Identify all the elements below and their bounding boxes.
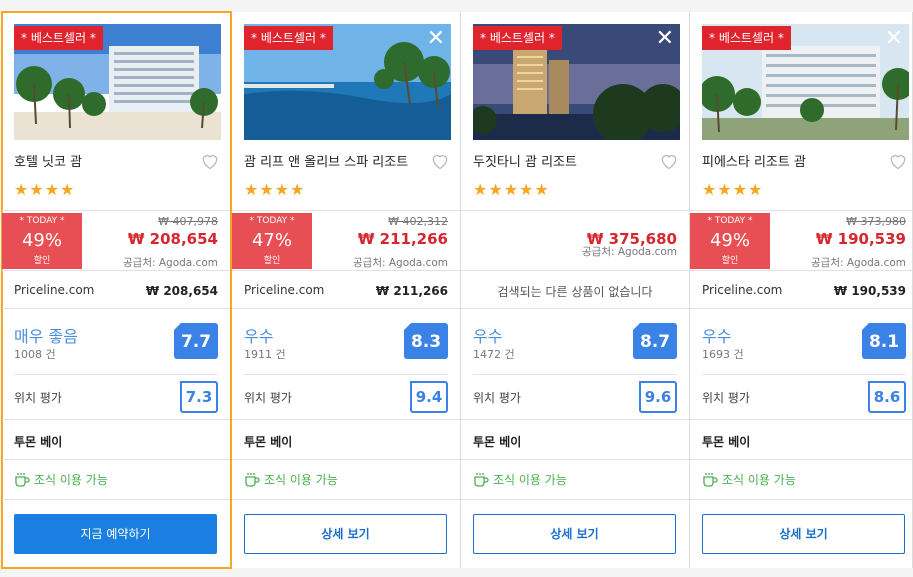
bestseller-badge: * 베스트셀러 * (473, 26, 562, 50)
heart-icon[interactable] (659, 151, 679, 171)
review-count[interactable]: 1472 건 (473, 346, 515, 362)
deal-price[interactable]: ₩ 208,654 (128, 230, 218, 248)
hotel-photo[interactable]: * 베스트셀러 * ✕ (244, 24, 451, 140)
location-label: 위치 평가 (14, 391, 62, 405)
hotel-card[interactable]: * 베스트셀러 * ✕ 피에스타 리조트 괌 ★★★★ * TODAY * 49… (690, 12, 913, 568)
breakfast-amenity: 조식 이용 가능 (244, 471, 338, 488)
location-score: 9.6 (639, 381, 677, 413)
coffee-cup-icon (245, 473, 260, 487)
breakfast-amenity: 조식 이용 가능 (702, 471, 796, 488)
location-label: 위치 평가 (702, 391, 750, 405)
view-details-button[interactable]: 상세 보기 (244, 514, 447, 554)
amenity-label: 조식 이용 가능 (264, 473, 338, 487)
other-site-name[interactable]: Priceline.com (244, 283, 324, 297)
deal-label: 할인 (263, 256, 281, 266)
location-score: 7.3 (180, 381, 218, 413)
review-count[interactable]: 1693 건 (702, 346, 744, 362)
amenity-label: 조식 이용 가능 (493, 473, 567, 487)
deal-badge: * TODAY * 49% 할인 (2, 213, 82, 269)
review-count[interactable]: 1911 건 (244, 346, 286, 362)
hotel-name[interactable]: 괌 리프 앤 올리브 스파 리조트 (244, 151, 408, 170)
review-score: 7.7 (173, 323, 218, 359)
view-details-button[interactable]: 상세 보기 (473, 514, 676, 554)
star-rating: ★★★★ (702, 180, 764, 199)
bestseller-badge: * 베스트셀러 * (14, 26, 103, 50)
hotel-photo[interactable]: * 베스트셀러 * (14, 24, 221, 140)
breakfast-amenity: 조식 이용 가능 (473, 471, 567, 488)
deal-percent: 49% (21, 230, 62, 251)
hotel-card[interactable]: * 베스트셀러 * 호텔 닛코 괌 ★★★★ * TODAY * 49% 할인 … (1, 11, 232, 569)
other-site-price[interactable]: ₩ 211,266 (376, 284, 448, 298)
area-name: 투몬 베이 (702, 435, 751, 449)
original-price: ₩ 373,980 (846, 215, 906, 228)
coffee-cup-icon (15, 473, 30, 487)
hotel-photo[interactable]: * 베스트셀러 * ✕ (473, 24, 680, 140)
review-score: 8.7 (632, 323, 677, 359)
hotel-card[interactable]: * 베스트셀러 * ✕ 두짓타니 괌 리조트 ★★★★★ ₩ 375,680 공… (461, 12, 690, 568)
close-icon[interactable]: ✕ (656, 28, 674, 50)
deal-percent: 49% (709, 230, 750, 251)
other-site-price[interactable]: ₩ 208,654 (146, 284, 218, 298)
heart-icon[interactable] (430, 151, 450, 171)
coffee-cup-icon (703, 473, 718, 487)
area-name: 투몬 베이 (473, 435, 522, 449)
bestseller-badge: * 베스트셀러 * (244, 26, 333, 50)
rating-label: 우수 (702, 327, 732, 346)
area-name: 투몬 베이 (14, 435, 63, 449)
original-price: ₩ 402,312 (388, 215, 448, 228)
deal-today: * TODAY * (249, 216, 295, 226)
supplier: 공급처: Agoda.com (811, 257, 906, 269)
book-now-button[interactable]: 지금 예약하기 (14, 514, 217, 554)
close-icon[interactable]: ✕ (427, 28, 445, 50)
hotel-card[interactable]: * 베스트셀러 * ✕ 괌 리프 앤 올리브 스파 리조트 ★★★★ * TOD… (232, 12, 461, 568)
location-label: 위치 평가 (473, 391, 521, 405)
bestseller-badge: * 베스트셀러 * (702, 26, 791, 50)
star-rating: ★★★★ (244, 180, 306, 199)
supplier: 공급처: Agoda.com (582, 246, 677, 258)
review-score: 8.1 (861, 323, 906, 359)
hotel-name[interactable]: 두짓타니 괌 리조트 (473, 151, 577, 170)
supplier: 공급처: Agoda.com (123, 257, 218, 269)
deal-price[interactable]: ₩ 190,539 (816, 230, 906, 248)
other-site-name[interactable]: Priceline.com (14, 283, 94, 297)
close-icon[interactable]: ✕ (885, 28, 903, 50)
deal-label: 할인 (721, 256, 739, 266)
rating-label: 매우 좋음 (14, 327, 78, 346)
supplier: 공급처: Agoda.com (353, 257, 448, 269)
hotel-photo[interactable]: * 베스트셀러 * ✕ (702, 24, 909, 140)
deal-price[interactable]: ₩ 211,266 (358, 230, 448, 248)
hotel-name[interactable]: 피에스타 리조트 괌 (702, 151, 806, 170)
amenity-label: 조식 이용 가능 (722, 473, 796, 487)
rating-label: 우수 (244, 327, 274, 346)
amenity-label: 조식 이용 가능 (34, 473, 108, 487)
deal-today: * TODAY * (19, 216, 65, 226)
hotel-comparison-row: * 베스트셀러 * 호텔 닛코 괌 ★★★★ * TODAY * 49% 할인 … (0, 0, 913, 577)
rating-label: 우수 (473, 327, 503, 346)
coffee-cup-icon (474, 473, 489, 487)
no-other-offers: 검색되는 다른 상품이 없습니다 (497, 285, 653, 299)
heart-icon[interactable] (200, 151, 220, 171)
heart-icon[interactable] (888, 151, 908, 171)
other-site-name[interactable]: Priceline.com (702, 283, 782, 297)
review-score: 8.3 (403, 323, 448, 359)
location-score: 8.6 (868, 381, 906, 413)
review-count[interactable]: 1008 건 (14, 346, 56, 362)
view-details-button[interactable]: 상세 보기 (702, 514, 905, 554)
deal-today: * TODAY * (707, 216, 753, 226)
deal-badge: * TODAY * 47% 할인 (232, 213, 312, 269)
breakfast-amenity: 조식 이용 가능 (14, 471, 108, 488)
deal-label: 할인 (33, 256, 51, 266)
area-name: 투몬 베이 (244, 435, 293, 449)
star-rating: ★★★★ (14, 180, 76, 199)
deal-percent: 47% (251, 230, 292, 251)
hotel-name[interactable]: 호텔 닛코 괌 (14, 151, 82, 170)
location-label: 위치 평가 (244, 391, 292, 405)
original-price: ₩ 407,978 (158, 215, 218, 228)
deal-badge: * TODAY * 49% 할인 (690, 213, 770, 269)
other-site-price[interactable]: ₩ 190,539 (834, 284, 906, 298)
star-rating: ★★★★★ (473, 180, 550, 199)
location-score: 9.4 (410, 381, 448, 413)
